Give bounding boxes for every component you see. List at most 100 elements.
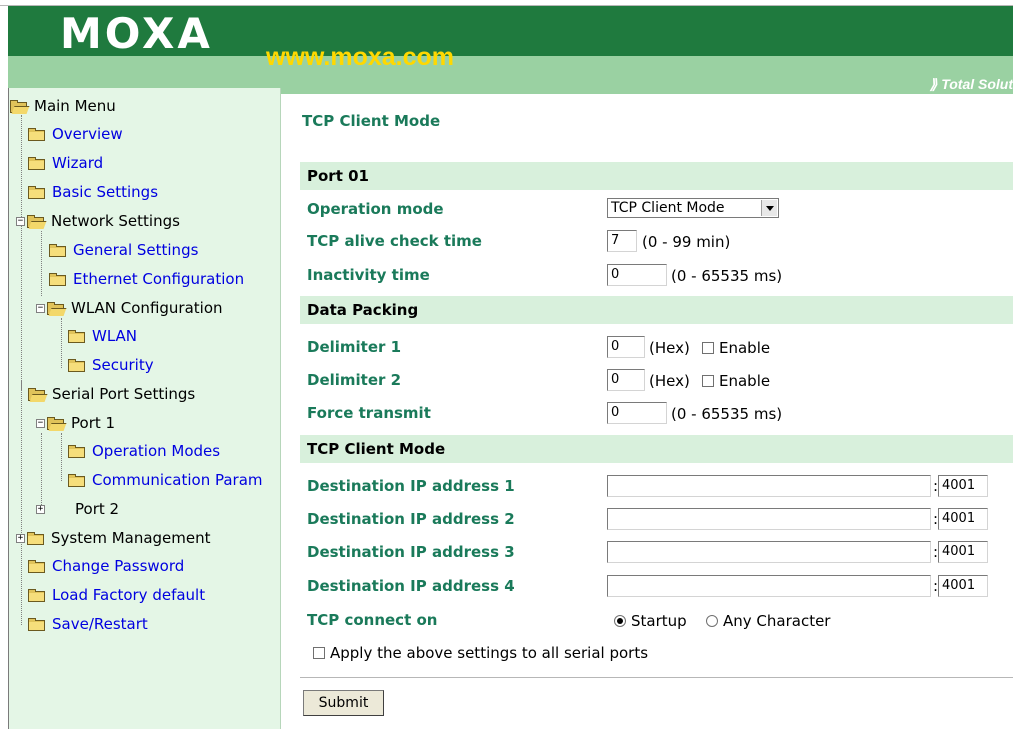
- dest-port-2-input[interactable]: 4001: [938, 508, 988, 530]
- dest-ip-3-input[interactable]: [607, 541, 931, 563]
- sidebar-item-label: Change Password: [52, 557, 185, 575]
- sidebar-item-system-management[interactable]: + System Management: [16, 527, 211, 549]
- folder-icon: [68, 329, 86, 343]
- delimiter2-hex-hint: (Hex): [649, 372, 690, 390]
- folder-open-icon: [10, 99, 30, 114]
- connect-on-startup-radio[interactable]: [614, 615, 626, 627]
- folder-icon: [28, 588, 46, 602]
- folder-icon: [68, 444, 86, 458]
- tcp-alive-hint: (0 - 99 min): [642, 233, 731, 251]
- dest-ip-4-label: Destination IP address 4: [307, 577, 515, 595]
- sidebar-item-wizard[interactable]: Wizard: [28, 152, 103, 174]
- force-transmit-hint: (0 - 65535 ms): [671, 405, 783, 423]
- dest-port-1-input[interactable]: 4001: [938, 475, 988, 497]
- folder-open-icon: [27, 214, 47, 229]
- sidebar-item-label: System Management: [51, 529, 211, 547]
- delimiter2-enable-checkbox[interactable]: [702, 375, 714, 387]
- header-banner: MOXA www.moxa.com ⟫ Total Solut: [8, 6, 1013, 94]
- folder-icon: [28, 127, 46, 141]
- sidebar-item-wlan-configuration[interactable]: − WLAN Configuration: [36, 297, 223, 319]
- tcp-alive-label: TCP alive check time: [307, 232, 482, 250]
- tcp-connect-on-label: TCP connect on: [307, 611, 438, 629]
- sidebar-item-serial-port-settings[interactable]: Serial Port Settings: [28, 383, 195, 405]
- force-transmit-input[interactable]: 0: [607, 402, 667, 424]
- section-header-data-packing: Data Packing: [300, 296, 1013, 324]
- section-title: Data Packing: [307, 301, 419, 319]
- sidebar-item-save-restart[interactable]: Save/Restart: [28, 613, 148, 635]
- sidebar-item-label: Communication Param: [92, 471, 263, 489]
- connect-on-any-character-label: Any Character: [723, 612, 831, 630]
- section-title: Port 01: [307, 167, 369, 185]
- inactivity-label: Inactivity time: [307, 266, 430, 284]
- sidebar-item-label: General Settings: [73, 241, 199, 259]
- folder-icon: [28, 559, 46, 573]
- delimiter1-input[interactable]: 0: [607, 336, 645, 358]
- header-slogan: ⟫ Total Solut: [929, 76, 1013, 92]
- folder-icon: [68, 473, 86, 487]
- collapse-toggle-icon[interactable]: −: [36, 418, 45, 428]
- expand-toggle-icon[interactable]: +: [36, 504, 45, 514]
- folder-icon: [28, 185, 46, 199]
- dest-port-4-input[interactable]: 4001: [938, 575, 988, 597]
- header-url: www.moxa.com: [266, 43, 455, 71]
- dest-ip-3-label: Destination IP address 3: [307, 543, 515, 561]
- delimiter2-input[interactable]: 0: [607, 369, 645, 391]
- force-transmit-label: Force transmit: [307, 404, 431, 422]
- connect-on-any-character-radio[interactable]: [706, 615, 718, 627]
- divider: [300, 677, 1013, 678]
- sidebar-item-port-1[interactable]: − Port 1: [36, 412, 115, 434]
- connect-on-startup-label: Startup: [631, 612, 687, 630]
- sidebar-item-wlan[interactable]: WLAN: [68, 325, 137, 347]
- delimiter1-enable-checkbox[interactable]: [702, 342, 714, 354]
- delimiter2-label: Delimiter 2: [307, 371, 402, 389]
- section-header-tcp-client: TCP Client Mode: [300, 435, 1013, 463]
- submit-button[interactable]: Submit: [303, 690, 384, 716]
- sidebar-item-basic-settings[interactable]: Basic Settings: [28, 181, 158, 203]
- sidebar-item-security[interactable]: Security: [68, 354, 154, 376]
- sidebar-item-network-settings[interactable]: − Network Settings: [16, 210, 180, 232]
- inactivity-hint: (0 - 65535 ms): [671, 267, 783, 285]
- section-title: TCP Client Mode: [307, 440, 446, 458]
- sidebar-item-general-settings[interactable]: General Settings: [49, 239, 198, 261]
- dest-ip-1-label: Destination IP address 1: [307, 477, 515, 495]
- apply-all-checkbox[interactable]: [313, 647, 325, 659]
- sidebar-item-communication-params[interactable]: Communication Param: [68, 469, 280, 491]
- collapse-toggle-icon[interactable]: −: [36, 303, 45, 313]
- logo-text: MOXA: [60, 9, 213, 58]
- folder-icon: [28, 156, 46, 170]
- sidebar-item-operation-modes[interactable]: Operation Modes: [68, 440, 220, 462]
- sidebar-item-label: Operation Modes: [92, 442, 221, 460]
- folder-icon: [49, 243, 67, 257]
- sidebar-item-label: Save/Restart: [52, 615, 148, 633]
- operation-mode-select[interactable]: TCP Client Mode: [607, 198, 779, 218]
- sidebar-item-label: Wizard: [52, 154, 104, 172]
- page-title: TCP Client Mode: [302, 112, 441, 130]
- folder-icon: [68, 358, 86, 372]
- sidebar-item-label: Overview: [52, 125, 123, 143]
- dest-ip-2-label: Destination IP address 2: [307, 510, 515, 528]
- sidebar-item-label: Security: [92, 356, 154, 374]
- sidebar-item-change-password[interactable]: Change Password: [28, 555, 184, 577]
- inactivity-input[interactable]: 0: [607, 264, 667, 286]
- collapse-toggle-icon[interactable]: −: [16, 216, 25, 226]
- dest-ip-2-input[interactable]: [607, 508, 931, 530]
- dropdown-arrow-icon[interactable]: [761, 200, 777, 216]
- sidebar-item-label: WLAN: [92, 327, 138, 345]
- operation-mode-label: Operation mode: [307, 200, 444, 218]
- tree-line: [41, 231, 42, 296]
- folder-icon: [49, 272, 67, 286]
- sidebar-item-main-menu[interactable]: Main Menu: [10, 95, 116, 117]
- sidebar-item-port-2[interactable]: + Port 2: [36, 498, 119, 520]
- sidebar-item-load-factory-default[interactable]: Load Factory default: [28, 584, 205, 606]
- delimiter1-hex-hint: (Hex): [649, 339, 690, 357]
- tree-line: [61, 318, 62, 368]
- dest-port-3-input[interactable]: 4001: [938, 541, 988, 563]
- folder-open-icon: [28, 387, 48, 402]
- sidebar-item-ethernet-configuration[interactable]: Ethernet Configuration: [49, 268, 244, 290]
- dest-ip-1-input[interactable]: [607, 475, 931, 497]
- expand-toggle-icon[interactable]: +: [16, 533, 25, 543]
- tcp-alive-input[interactable]: 7: [607, 230, 637, 252]
- sidebar-item-overview[interactable]: Overview: [28, 123, 123, 145]
- sidebar-item-label: Load Factory default: [52, 586, 206, 604]
- dest-ip-4-input[interactable]: [607, 575, 931, 597]
